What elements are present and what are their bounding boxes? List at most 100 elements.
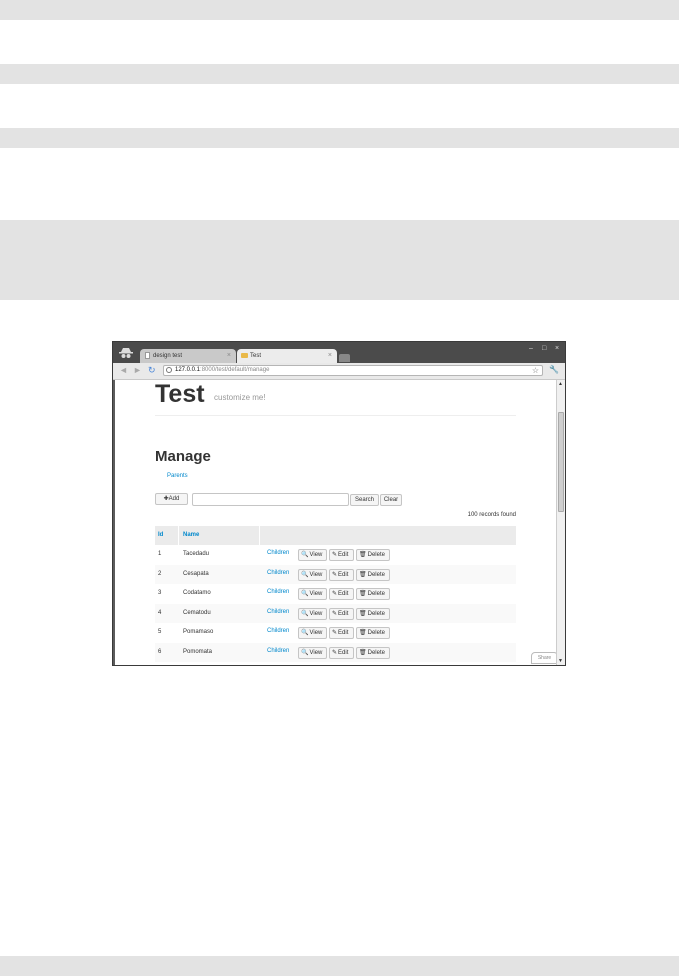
children-link[interactable]: Children [267,623,289,640]
search-input[interactable] [192,493,349,506]
row-id: 3 [158,590,162,596]
row-name: Pomomata [183,648,213,655]
view-button[interactable]: 🔍View [298,568,327,581]
tab-title: design test [153,353,183,359]
tab-design-test[interactable]: design test × [140,349,236,363]
table-row: 1 Tacedadu Children 🔍View ✎Edit 🗑Delete [155,545,516,564]
edit-button[interactable]: ✎Edit [329,607,354,620]
add-button-label: Add [168,496,180,502]
delete-button-label: Delete [367,610,385,617]
pencil-icon: ✎ [332,591,338,597]
row-id: 5 [158,629,162,635]
row-name: Tacedadu [183,551,210,557]
edit-button-label: Edit [338,591,349,597]
magnifier-icon: 🔍 [301,630,309,636]
edit-button-label: Edit [338,552,349,558]
share-button[interactable]: Share [531,652,556,664]
delete-button-label: Delete [367,591,385,597]
address-path: :8000/test/default/manage [200,367,270,373]
address-host: 127.0.0.1 [175,367,201,373]
records-count: 100 records found [467,512,516,518]
row-id: 4 [158,609,162,616]
table-row: 2 Cesapata Children 🔍View ✎Edit 🗑Delete [155,564,516,584]
page-title: Manage [155,448,211,465]
wrench-icon[interactable]: 🔧 [549,365,559,374]
table-row: 4 Cematodu Children 🔍View ✎Edit 🗑Delete [155,603,516,623]
children-link[interactable]: Children [267,643,289,660]
scroll-down-icon[interactable]: ▼ [558,658,563,664]
brand-tagline: customize me! [214,393,266,402]
edit-button[interactable]: ✎Edit [329,549,354,561]
tab-test[interactable]: Test × [237,349,337,363]
edit-button[interactable]: ✎Edit [329,627,354,639]
table-row: 5 Pomamaso Children 🔍View ✎Edit 🗑Delete [155,623,516,642]
delete-button[interactable]: 🗑Delete [356,646,390,659]
delete-button-label: Delete [367,649,385,656]
trash-icon: 🗑 [359,610,367,617]
edit-button[interactable]: ✎Edit [329,646,354,659]
edit-button[interactable]: ✎Edit [329,588,354,600]
delete-button[interactable]: 🗑Delete [356,588,390,600]
pencil-icon: ✎ [332,630,338,636]
column-header-id[interactable]: Id [158,526,163,545]
delete-button[interactable]: 🗑Delete [356,607,390,620]
reload-icon[interactable]: ↻ [148,366,156,375]
children-link[interactable]: Children [267,545,289,562]
view-button[interactable]: 🔍View [298,646,327,659]
back-icon[interactable]: ◄ [119,366,128,375]
address-bar[interactable]: 127.0.0.1:8000/test/default/manage ☆ [163,365,543,376]
view-button[interactable]: 🔍View [298,607,327,620]
page-band-1 [0,0,679,20]
browser-toolbar: ◄ ► ↻ 127.0.0.1:8000/test/default/manage… [113,363,565,380]
clear-button[interactable]: Clear [380,494,402,506]
scrollbar[interactable]: ▲ ▼ [556,380,565,665]
delete-button[interactable]: 🗑Delete [356,549,390,561]
view-button[interactable]: 🔍View [298,549,327,561]
pencil-icon: ✎ [332,649,338,656]
tab-strip: design test × Test × – □ × [113,342,565,363]
column-divider [259,526,260,545]
breadcrumb-parents[interactable]: Parents [167,473,188,479]
row-name: Cematodu [183,609,211,616]
view-button[interactable]: 🔍View [298,627,327,639]
table-row: 6 Pomomata Children 🔍View ✎Edit 🗑Delete [155,642,516,662]
delete-button-label: Delete [367,630,385,636]
page-band-5 [0,956,679,976]
trash-icon: 🗑 [359,571,367,578]
edit-button-label: Edit [338,630,349,636]
tab-title: Test [250,353,262,359]
close-tab-icon[interactable]: × [227,352,231,359]
row-id: 1 [158,551,162,557]
window-close-icon[interactable]: × [555,345,559,352]
view-button-label: View [309,630,323,636]
edit-button[interactable]: ✎Edit [329,568,354,581]
bookmark-star-icon[interactable]: ☆ [532,366,539,375]
children-link[interactable]: Children [267,584,289,601]
view-button[interactable]: 🔍View [298,588,327,600]
children-link[interactable]: Children [267,604,289,621]
close-tab-icon[interactable]: × [328,352,332,359]
column-header-name[interactable]: Name [183,526,199,545]
view-button-label: View [309,610,323,617]
row-name: Pomamaso [183,629,214,635]
add-button[interactable]: ✚Add [155,493,188,505]
globe-icon [166,367,172,373]
scrollbar-thumb[interactable] [558,412,564,512]
minimize-icon[interactable]: – [529,345,533,352]
brand-title[interactable]: Test [155,380,205,408]
delete-button[interactable]: 🗑Delete [356,627,390,639]
search-button[interactable]: Search [350,494,379,506]
document-icon [145,352,150,359]
row-id: 2 [158,570,162,577]
table-header: Id Name [155,526,516,545]
children-link[interactable]: Children [267,565,289,582]
scroll-up-icon[interactable]: ▲ [558,381,563,387]
maximize-icon[interactable]: □ [542,345,546,352]
trash-icon: 🗑 [359,630,367,636]
new-tab-button[interactable] [339,354,350,362]
row-id: 6 [158,648,162,655]
column-divider [178,526,179,545]
forward-icon[interactable]: ► [133,366,142,375]
view-button-label: View [309,571,323,578]
delete-button[interactable]: 🗑Delete [356,568,390,581]
